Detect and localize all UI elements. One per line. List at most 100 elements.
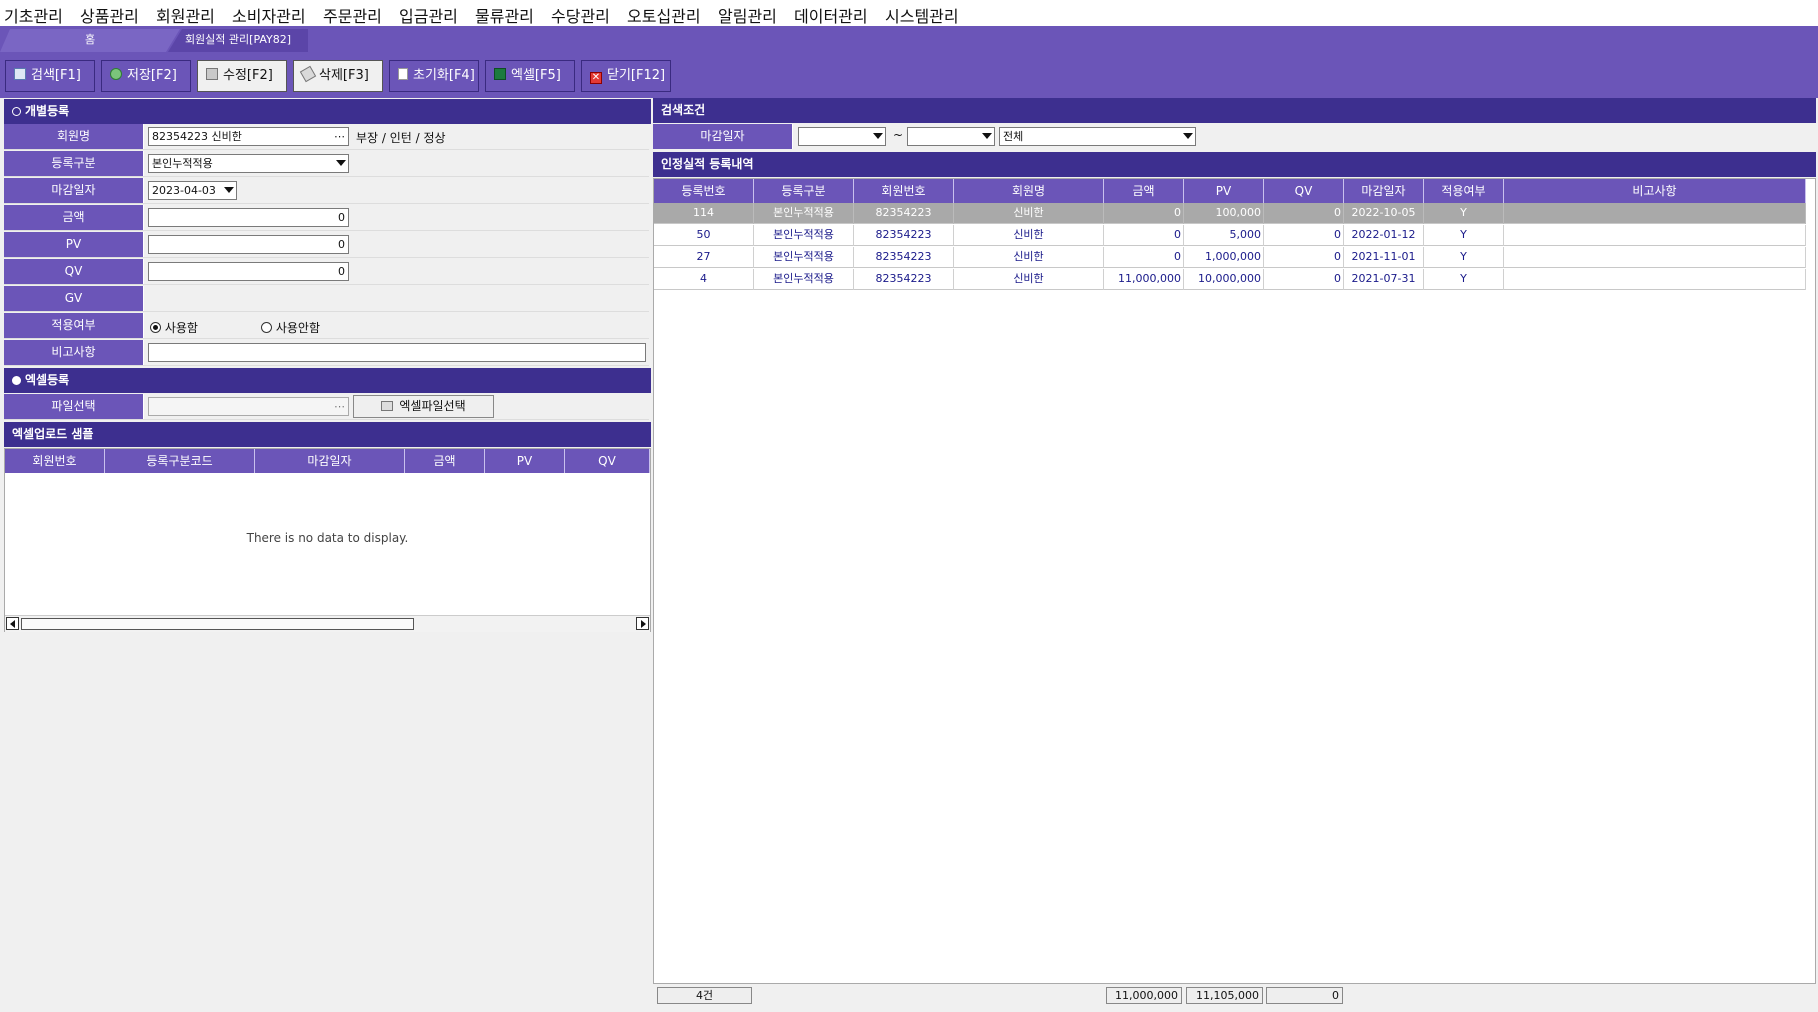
footer-pv: 11,105,000 xyxy=(1186,987,1263,1004)
cell-close-date: 2021-07-31 xyxy=(1344,269,1424,290)
menu-basic[interactable]: 기초관리 xyxy=(4,3,63,27)
sample-col-qv[interactable]: QV xyxy=(565,449,650,473)
cell-reg-type: 본인누적적용 xyxy=(754,225,854,246)
cell-reg-no: 27 xyxy=(654,247,754,268)
cell-reg-type: 본인누적적용 xyxy=(754,247,854,268)
col-reg-type[interactable]: 등록구분 xyxy=(754,179,854,203)
horizontal-scrollbar[interactable] xyxy=(5,615,650,632)
scroll-left-arrow-icon[interactable] xyxy=(6,617,19,630)
col-qv[interactable]: QV xyxy=(1264,179,1344,203)
search-type-select[interactable]: 전체 xyxy=(999,127,1196,146)
browse-icon[interactable]: ⋯ xyxy=(334,398,345,415)
cell-applied: Y xyxy=(1424,247,1504,268)
cell-qv: 0 xyxy=(1264,247,1344,268)
col-reg-no[interactable]: 등록번호 xyxy=(654,179,754,203)
member-lookup-icon[interactable]: ⋯ xyxy=(334,128,345,145)
col-member-no[interactable]: 회원번호 xyxy=(854,179,954,203)
cell-qv: 0 xyxy=(1264,225,1344,246)
edit-button[interactable]: 수정[F2] xyxy=(197,60,287,92)
cell-qv: 0 xyxy=(1264,203,1344,224)
menu-alerts[interactable]: 알림관리 xyxy=(718,3,777,27)
cell-member-name: 신비한 xyxy=(954,225,1104,246)
apply-no-radio[interactable]: 사용안함 xyxy=(261,319,320,336)
cell-member-name: 신비한 xyxy=(954,247,1104,268)
chevron-down-icon xyxy=(336,160,346,166)
scroll-thumb[interactable] xyxy=(21,618,414,630)
cell-member-name: 신비한 xyxy=(954,203,1104,224)
search-date-from[interactable] xyxy=(798,127,886,146)
excel-button[interactable]: 엑셀[F5] xyxy=(485,60,575,92)
cell-amount: 0 xyxy=(1104,203,1184,224)
qv-input[interactable]: 0 xyxy=(148,262,349,281)
pv-input[interactable]: 0 xyxy=(148,235,349,254)
memo-label: 비고사항 xyxy=(4,340,144,365)
col-memo[interactable]: 비고사항 xyxy=(1504,179,1806,203)
search-section-header: 검색조건 xyxy=(653,98,1816,123)
close-button[interactable]: ✕ 닫기[F12] xyxy=(581,60,671,92)
save-button[interactable]: 저장[F2] xyxy=(101,60,191,92)
excel-file-select-button[interactable]: 엑셀파일선택 xyxy=(353,395,494,418)
cell-memo xyxy=(1504,269,1806,290)
sample-grid-header: 회원번호 등록구분코드 마감일자 금액 PV QV xyxy=(5,449,650,473)
menu-consumers[interactable]: 소비자관리 xyxy=(232,3,306,27)
menu-allowance[interactable]: 수당관리 xyxy=(551,3,610,27)
sample-col-type-code[interactable]: 등록구분코드 xyxy=(105,449,255,473)
member-field[interactable]: 82354223 신비한 ⋯ xyxy=(148,127,349,146)
menu-system[interactable]: 시스템관리 xyxy=(885,3,959,27)
sample-col-member-no[interactable]: 회원번호 xyxy=(5,449,105,473)
scroll-right-arrow-icon[interactable] xyxy=(636,617,649,630)
search-icon xyxy=(14,68,26,80)
table-row[interactable]: 114 본인누적적용 82354223 신비한 0 100,000 0 2022… xyxy=(654,203,1806,224)
chevron-down-icon xyxy=(1183,133,1193,139)
radio-empty-icon xyxy=(261,322,272,333)
cell-applied: Y xyxy=(1424,225,1504,246)
table-row[interactable]: 4 본인누적적용 82354223 신비한 11,000,000 10,000,… xyxy=(654,269,1806,290)
table-row[interactable]: 27 본인누적적용 82354223 신비한 0 1,000,000 0 202… xyxy=(654,247,1806,268)
col-pv[interactable]: PV xyxy=(1184,179,1264,203)
file-icon xyxy=(381,401,394,411)
memo-row: 비고사항 xyxy=(4,340,649,366)
radio-selected-icon xyxy=(150,322,161,333)
col-applied[interactable]: 적용여부 xyxy=(1424,179,1504,203)
menu-deposits[interactable]: 입금관리 xyxy=(399,3,458,27)
col-amount[interactable]: 금액 xyxy=(1104,179,1184,203)
table-row[interactable]: 50 본인누적적용 82354223 신비한 0 5,000 0 2022-01… xyxy=(654,225,1806,246)
col-close-date[interactable]: 마감일자 xyxy=(1344,179,1424,203)
sample-col-close-date[interactable]: 마감일자 xyxy=(255,449,405,473)
tab-member-performance[interactable]: 회원실적 관리[PAY82] xyxy=(168,29,308,52)
file-label: 파일선택 xyxy=(4,394,144,419)
menu-data[interactable]: 데이터관리 xyxy=(794,3,868,27)
pv-row: PV 0 xyxy=(4,232,649,258)
amount-input[interactable]: 0 xyxy=(148,208,349,227)
excel-icon xyxy=(494,68,506,80)
cell-pv: 5,000 xyxy=(1184,225,1264,246)
close-date-picker[interactable]: 2023-04-03 xyxy=(148,181,237,200)
menu-orders[interactable]: 주문관리 xyxy=(323,3,382,27)
search-date-to[interactable] xyxy=(907,127,995,146)
reset-button[interactable]: 초기화[F4] xyxy=(389,60,479,92)
document-icon xyxy=(398,68,408,80)
menu-logistics[interactable]: 물류관리 xyxy=(475,3,534,27)
menu-members[interactable]: 회원관리 xyxy=(156,3,215,27)
type-select[interactable]: 본인누적적용 xyxy=(148,154,349,173)
memo-input[interactable] xyxy=(148,343,646,362)
delete-button[interactable]: 삭제[F3] xyxy=(293,60,383,92)
tab-home[interactable]: 홈 xyxy=(0,29,180,52)
cell-reg-no: 114 xyxy=(654,203,754,224)
file-row: 파일선택 ⋯ 엑셀파일선택 xyxy=(4,394,649,420)
close-icon: ✕ xyxy=(590,72,602,84)
search-button[interactable]: 검색[F1] xyxy=(5,60,95,92)
cell-close-date: 2022-10-05 xyxy=(1344,203,1424,224)
sample-col-pv[interactable]: PV xyxy=(485,449,565,473)
cell-reg-no: 4 xyxy=(654,269,754,290)
menu-products[interactable]: 상품관리 xyxy=(80,3,139,27)
col-member-name[interactable]: 회원명 xyxy=(954,179,1104,203)
type-label: 등록구분 xyxy=(4,151,144,176)
chevron-down-icon xyxy=(982,133,992,139)
menu-autoship[interactable]: 오토십관리 xyxy=(627,3,701,27)
sample-col-amount[interactable]: 금액 xyxy=(405,449,485,473)
section-radio-icon[interactable] xyxy=(12,107,21,116)
file-path-field[interactable]: ⋯ xyxy=(148,397,349,416)
apply-yes-radio[interactable]: 사용함 xyxy=(150,319,198,336)
section-radio-icon[interactable] xyxy=(12,376,21,385)
